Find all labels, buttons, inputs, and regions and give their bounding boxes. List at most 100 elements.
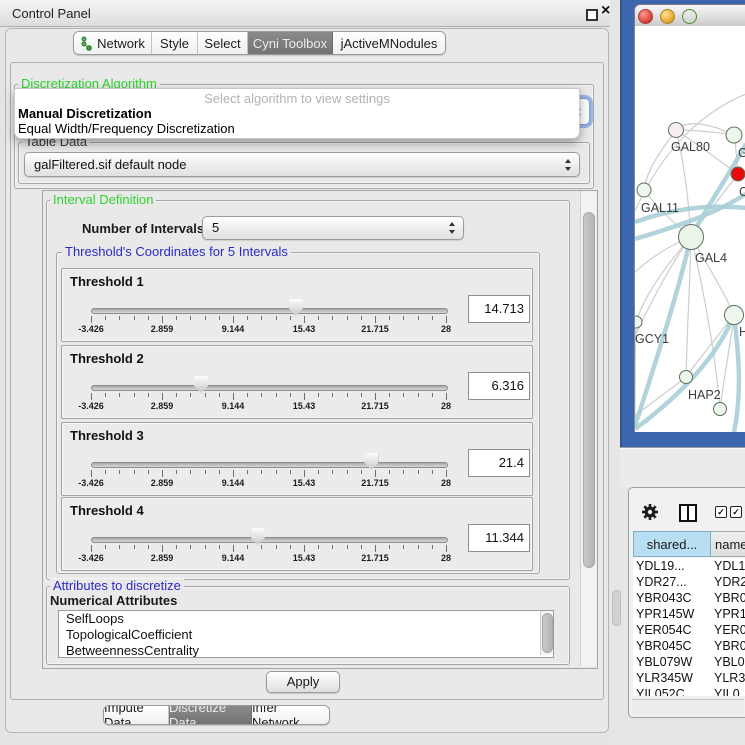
network-node-c[interactable] <box>731 167 745 181</box>
vertical-scrollbar[interactable] <box>580 191 596 666</box>
table-row[interactable]: YBR043CYBR0 <box>633 590 745 606</box>
gear-icon[interactable] <box>641 503 659 521</box>
slider-tick <box>247 393 248 397</box>
popup-option-manual[interactable]: Manual Discretization <box>18 106 152 121</box>
tab-select[interactable]: Select <box>198 32 248 54</box>
slider-tick <box>318 316 319 320</box>
popup-option-equal-width[interactable]: Equal Width/Frequency Discretization <box>18 121 235 136</box>
table-row[interactable]: YER054CYER0 <box>633 622 745 638</box>
network-edge[interactable] <box>686 315 734 377</box>
node-table[interactable]: YDL19...YDL1YDR27...YDR2YBR043CYBR0YPR14… <box>633 558 745 696</box>
slider-tick <box>233 393 234 400</box>
slider-tick <box>290 316 291 320</box>
slider-tick <box>418 470 419 474</box>
network-graph[interactable]: GAL80GACGAL11GAL4GCY1HHAP2 <box>635 26 745 432</box>
tab-infer-network[interactable]: Infer Network <box>252 706 329 724</box>
window-title: Control Panel <box>12 6 91 21</box>
horizontal-scrollbar[interactable] <box>632 699 744 714</box>
attributes-scrollbar-thumb[interactable] <box>542 613 553 653</box>
list-item[interactable]: TopologicalCoefficient <box>59 627 553 643</box>
network-view-canvas[interactable]: GAL80GACGAL11GAL4GCY1HHAP2 <box>634 26 745 432</box>
threshold-panel-4: Threshold 4-3.4262.8599.14415.4321.71528… <box>61 497 533 571</box>
slider-tick <box>176 393 177 397</box>
slider-tick-label: 2.859 <box>137 401 187 411</box>
number-of-intervals-combo[interactable]: 5 <box>202 216 464 240</box>
threshold-value-field[interactable]: 11.344 <box>468 524 530 552</box>
tab-style[interactable]: Style <box>152 32 198 54</box>
list-item[interactable]: SelfLoops <box>59 611 553 627</box>
network-edge[interactable] <box>635 237 691 336</box>
table-row[interactable]: YIL052CYIL0 <box>633 686 745 696</box>
tab-cyni-toolbox[interactable]: Cyni Toolbox <box>248 32 333 54</box>
network-node-hap2[interactable] <box>680 371 693 384</box>
column-layout-icon[interactable] <box>679 504 697 522</box>
tab-discretize-data[interactable]: Discretize Data <box>169 706 252 724</box>
slider-tick <box>290 393 291 397</box>
table-row[interactable]: YBR045CYBR0 <box>633 638 745 654</box>
slider-tick <box>290 545 291 549</box>
network-node-label: C <box>739 185 745 199</box>
apply-button[interactable]: Apply <box>266 671 340 693</box>
slider-tick <box>247 316 248 320</box>
slider-tick-label: 15.43 <box>279 401 329 411</box>
threshold-label: Threshold 3 <box>70 428 144 443</box>
tab-impute-data[interactable]: Impute Data <box>104 706 169 724</box>
slider-tick <box>347 316 348 320</box>
slider-track[interactable] <box>91 308 448 314</box>
slider-tick <box>276 393 277 397</box>
network-node[interactable] <box>714 403 727 416</box>
network-edge[interactable] <box>691 237 734 315</box>
slider-tick <box>389 393 390 397</box>
network-node-gal11[interactable] <box>637 183 651 197</box>
close-traffic-light-icon[interactable] <box>638 9 653 24</box>
table-column-header-shared[interactable]: shared... <box>633 531 711 557</box>
list-item[interactable]: BetweennessCentrality <box>59 643 553 658</box>
table-row[interactable]: YLR345WYLR3 <box>633 670 745 686</box>
zoom-traffic-light-icon[interactable] <box>682 9 697 24</box>
threshold-value-field[interactable]: 14.713 <box>468 295 530 323</box>
slider-tick <box>389 545 390 549</box>
slider-tick <box>318 470 319 474</box>
close-icon[interactable]: × <box>601 2 610 20</box>
slider-tick <box>347 470 348 474</box>
numerical-attributes-list[interactable]: SelfLoopsTopologicalCoefficientBetweenne… <box>58 610 554 658</box>
slider-tick-label: 15.43 <box>279 324 329 334</box>
network-edge[interactable] <box>644 130 676 190</box>
network-node-ga[interactable] <box>726 127 742 143</box>
table-column-header-name[interactable]: name <box>711 531 745 557</box>
slider-track[interactable] <box>91 385 448 391</box>
vertical-scrollbar-thumb[interactable] <box>583 212 595 568</box>
slider-track[interactable] <box>91 462 448 468</box>
table-cell-name: YDR2 <box>714 574 745 590</box>
checkbox-icon[interactable]: ✓ <box>715 506 727 518</box>
table-row[interactable]: YPR145WYPR1 <box>633 606 745 622</box>
threshold-value-field[interactable]: 6.316 <box>468 372 530 400</box>
network-node-h[interactable] <box>725 306 744 325</box>
table-data-combo[interactable]: galFiltered.sif default node <box>24 152 580 177</box>
panel-divider-handle[interactable] <box>612 590 621 626</box>
network-node-gal80[interactable] <box>669 123 684 138</box>
popup-placeholder-option[interactable]: Select algorithm to view settings <box>15 91 579 106</box>
slider-tick-label: 28 <box>421 553 471 563</box>
network-node-gal4[interactable] <box>679 225 704 250</box>
tab-network[interactable]: Network <box>74 32 152 54</box>
attributes-list-scrollbar[interactable] <box>540 611 553 655</box>
slider-tick-label: -3.426 <box>66 401 116 411</box>
table-row[interactable]: YDR27...YDR2 <box>633 574 745 590</box>
network-edge-thick[interactable] <box>691 144 745 237</box>
threshold-value-field[interactable]: 21.4 <box>468 449 530 477</box>
slider-tick <box>290 470 291 474</box>
table-row[interactable]: YBL079WYBL0 <box>633 654 745 670</box>
minimize-traffic-light-icon[interactable] <box>660 9 675 24</box>
network-node-gcy1[interactable] <box>635 316 642 328</box>
numerical-attributes-label: Numerical Attributes <box>50 593 177 608</box>
slider-tick <box>219 545 220 549</box>
checkbox-icon[interactable]: ✓ <box>730 506 742 518</box>
tab-jactivemnodules[interactable]: jActiveMNodules <box>333 32 445 54</box>
slider-tick <box>304 545 305 552</box>
float-window-icon[interactable] <box>586 9 598 21</box>
table-row[interactable]: YDL19...YDL1 <box>633 558 745 574</box>
slider-track[interactable] <box>91 537 448 543</box>
slider-tick <box>162 393 163 400</box>
table-cell-shared-name: YDR27... <box>636 574 710 590</box>
